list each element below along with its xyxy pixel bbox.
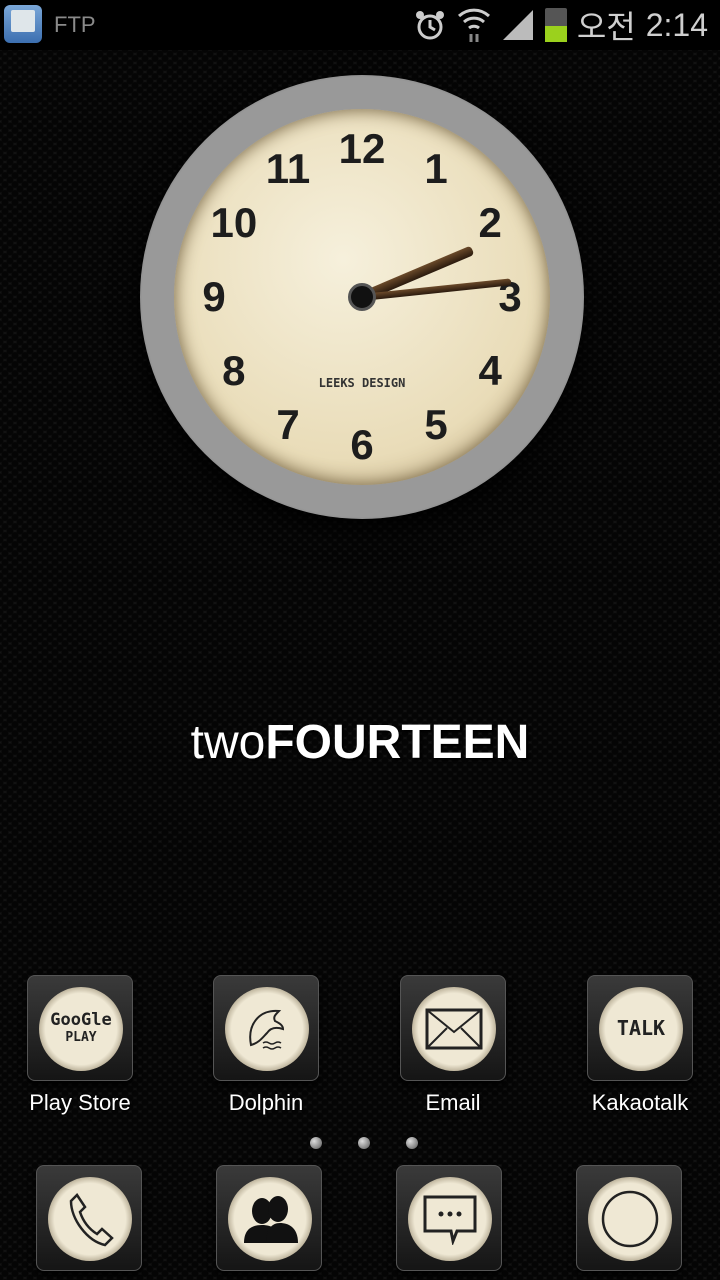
icon-text-1: TALK — [616, 1016, 666, 1040]
messaging-icon — [408, 1177, 492, 1261]
icon-text-1: GooGle — [50, 1010, 112, 1030]
battery-icon — [544, 8, 567, 42]
title-bold: FOURTEEN — [265, 716, 530, 769]
clock-number: 1 — [424, 144, 448, 192]
icon-text: GooGle PLAY — [50, 1012, 111, 1046]
envelope-icon — [412, 987, 496, 1071]
status-bar: FTP 오전 2:14 — [0, 0, 720, 50]
dolphin-icon — [225, 987, 309, 1071]
clock-number: 4 — [478, 347, 502, 394]
status-ampm: 오전 — [576, 9, 636, 45]
analog-clock-widget[interactable]: 11 10 9 8 7 6 5 4 3 2 1 12 LEEKS DESIGN — [140, 75, 584, 519]
app-icon-messaging[interactable] — [396, 1165, 502, 1271]
app-icon-contacts[interactable] — [216, 1165, 322, 1271]
app-label[interactable]: Dolphin — [186, 1090, 346, 1116]
clock-number: 9 — [202, 273, 226, 320]
app-label[interactable]: Play Store — [0, 1090, 160, 1116]
icon-text: TALK — [617, 1018, 665, 1038]
clock-number: 11 — [265, 144, 311, 192]
app-icon-circle[interactable] — [576, 1165, 682, 1271]
app-icon-dolphin[interactable] — [213, 975, 319, 1081]
circle-icon — [588, 1177, 672, 1261]
google-play-icon: GooGle PLAY — [39, 987, 123, 1071]
app-icon-envelope[interactable] — [400, 975, 506, 1081]
time-text-widget: twoFOURTEEN — [0, 715, 720, 770]
page-dot[interactable] — [406, 1137, 418, 1149]
app-label[interactable]: Email — [373, 1090, 533, 1116]
page-dot-active[interactable] — [358, 1137, 370, 1149]
app-icon-talk[interactable]: TALK — [587, 975, 693, 1081]
icon-text-2: PLAY — [65, 1030, 97, 1045]
clock-face: 11 10 9 8 7 6 5 4 3 2 1 12 LEEKS DESIGN — [174, 109, 550, 485]
talk-icon: TALK — [599, 987, 683, 1071]
clock-number: 8 — [222, 347, 246, 394]
clock-number: 10 — [210, 199, 258, 246]
signal-icon — [502, 10, 533, 40]
wifi-icon — [457, 8, 490, 42]
status-time: 2:14 — [645, 6, 708, 43]
clock-brand: LEEKS DESIGN — [318, 376, 406, 391]
clock-number: 7 — [276, 401, 300, 449]
app-icon-phone[interactable] — [36, 1165, 142, 1271]
app-label[interactable]: Kakaotalk — [560, 1090, 720, 1116]
contacts-icon — [228, 1177, 312, 1261]
alarm-icon — [415, 11, 444, 40]
clock-number: 6 — [350, 421, 374, 468]
notification-label: FTP — [54, 12, 96, 37]
clock-number: 5 — [424, 401, 448, 449]
phone-icon — [48, 1177, 132, 1261]
clock-hub — [348, 283, 376, 311]
page-dot[interactable] — [310, 1137, 322, 1149]
app-icon-google-play[interactable]: GooGle PLAY — [27, 975, 133, 1081]
title-light: two — [190, 716, 266, 769]
ftp-app-icon[interactable] — [4, 5, 42, 43]
clock-number: 12 — [338, 125, 386, 172]
clock-number: 2 — [478, 199, 502, 246]
